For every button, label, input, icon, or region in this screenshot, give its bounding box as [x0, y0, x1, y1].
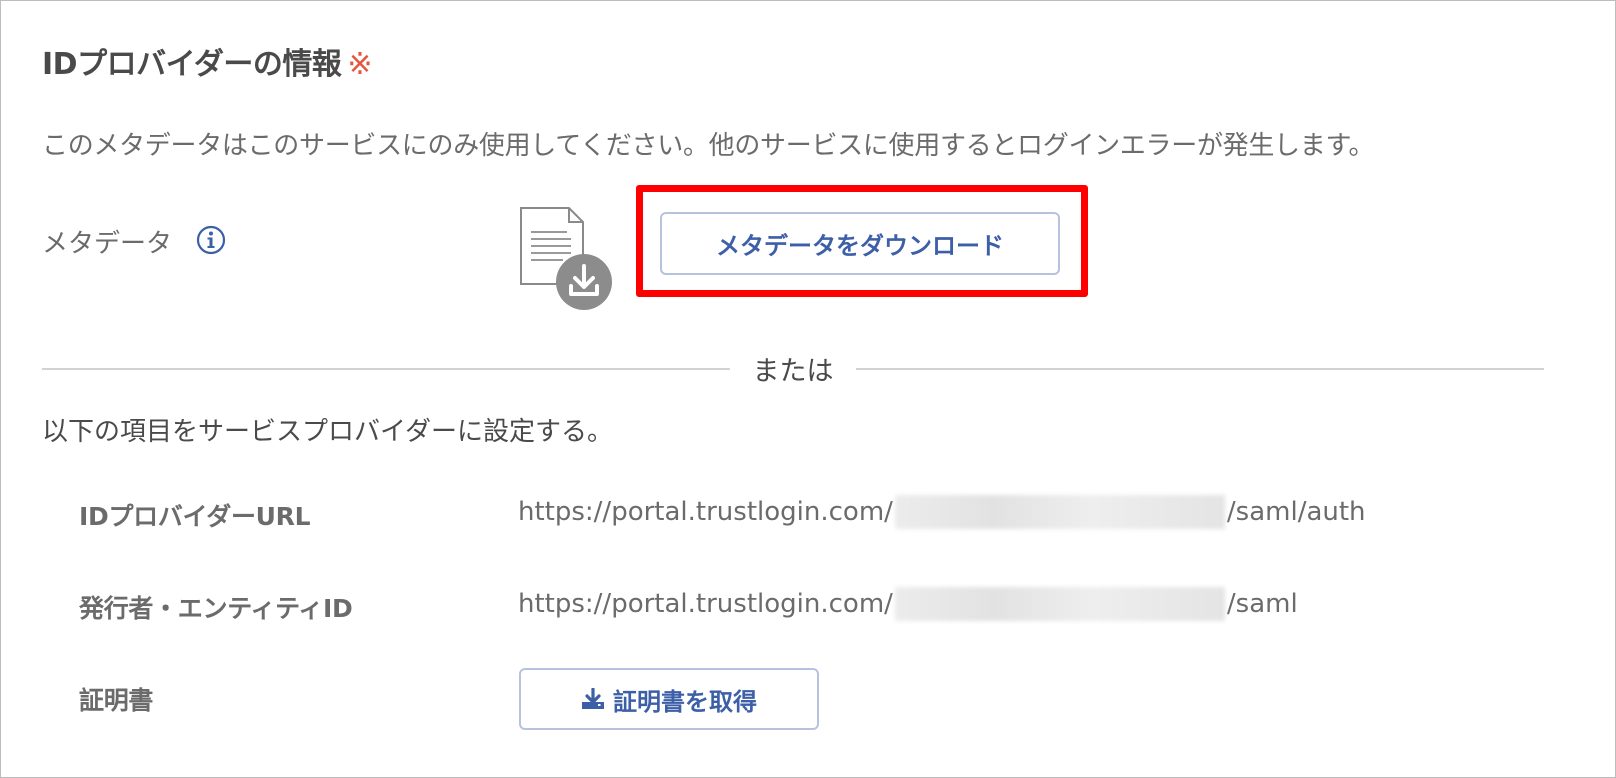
redacted-segment	[894, 587, 1225, 621]
entity-id-label: 発行者・エンティティID	[79, 594, 353, 623]
metadata-label: メタデータ	[42, 229, 173, 259]
idp-info-panel: IDプロバイダーの情報 ※ このメタデータはこのサービスにのみ使用してください。他…	[0, 0, 1616, 778]
idp-url-prefix: https://portal.trustlogin.com/	[518, 497, 893, 527]
required-mark: ※	[347, 47, 373, 82]
download-icon	[582, 688, 604, 709]
entity-id-prefix: https://portal.trustlogin.com/	[518, 589, 893, 619]
info-circle-icon[interactable]	[196, 225, 226, 255]
redacted-segment	[894, 495, 1225, 529]
entity-id-suffix: /saml	[1226, 589, 1298, 619]
section-title: IDプロバイダーの情報 ※	[42, 39, 373, 83]
idp-url-value[interactable]: https://portal.trustlogin.com/ /saml/aut…	[518, 495, 1366, 529]
metadata-warning-text: このメタデータはこのサービスにのみ使用してください。他のサービスに使用するとログ…	[42, 131, 1375, 161]
get-certificate-label: 証明書を取得	[613, 687, 757, 716]
idp-url-suffix: /saml/auth	[1226, 497, 1366, 527]
instructions-text: 以下の項目をサービスプロバイダーに設定する。	[42, 417, 613, 447]
or-text: または	[752, 356, 834, 387]
divider-line-right	[856, 368, 1544, 370]
file-download-icon	[520, 207, 612, 310]
idp-url-label: IDプロバイダーURL	[79, 502, 311, 531]
section-title-text: IDプロバイダーの情報	[42, 47, 342, 82]
download-metadata-button[interactable]: メタデータをダウンロード	[660, 212, 1060, 275]
get-certificate-button[interactable]: 証明書を取得	[519, 668, 819, 730]
certificate-label: 証明書	[79, 686, 154, 715]
divider-line-left	[42, 368, 730, 370]
entity-id-value[interactable]: https://portal.trustlogin.com/ /saml	[518, 587, 1298, 621]
